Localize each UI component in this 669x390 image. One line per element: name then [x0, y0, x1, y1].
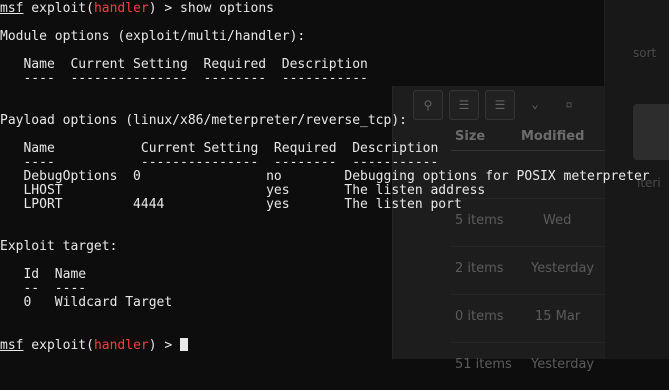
payload-option-row: LPORT 4444 yes The listen port: [0, 197, 462, 212]
prompt-line[interactable]: msf exploit(handler) >: [0, 338, 189, 353]
payload-options-title: Payload options (linux/x86/meterpreter/r…: [0, 113, 407, 128]
prompt-suffix: ) >: [148, 338, 181, 353]
prompt-msf: msf: [0, 338, 24, 353]
module-options-divider: ---- --------------- -------- ----------…: [0, 71, 368, 86]
terminal[interactable]: msf exploit(handler) > show options Modu…: [0, 0, 669, 359]
payload-options-header: Name Current Setting Required Descriptio…: [0, 141, 439, 156]
command-line: msf exploit(handler) > show options: [0, 2, 274, 16]
prompt-prefix: exploit(: [23, 1, 94, 16]
prompt-prefix: exploit(: [23, 338, 94, 353]
prompt-suffix: ) >: [148, 1, 181, 16]
exploit-target-divider: -- ----: [0, 281, 87, 296]
prompt-msf: msf: [0, 1, 24, 16]
prompt-module: handler: [93, 1, 149, 16]
exploit-target-title: Exploit target:: [0, 239, 118, 254]
row-modified: Yesterday: [531, 357, 595, 372]
row-size: 51 items: [455, 357, 512, 372]
exploit-target-header: Id Name: [0, 267, 87, 282]
payload-option-row: LHOST yes The listen address: [0, 183, 486, 198]
command-text: show options: [180, 1, 274, 16]
module-options-title: Module options (exploit/multi/handler):: [0, 29, 306, 44]
payload-option-row: DebugOptions 0 no Debugging options for …: [0, 169, 650, 184]
module-options-header: Name Current Setting Required Descriptio…: [0, 57, 368, 72]
exploit-target-row: 0 Wildcard Target: [0, 295, 173, 310]
prompt-module: handler: [93, 338, 149, 353]
payload-options-divider: ---- --------------- -------- ----------…: [0, 155, 439, 170]
text-cursor: [180, 338, 189, 351]
